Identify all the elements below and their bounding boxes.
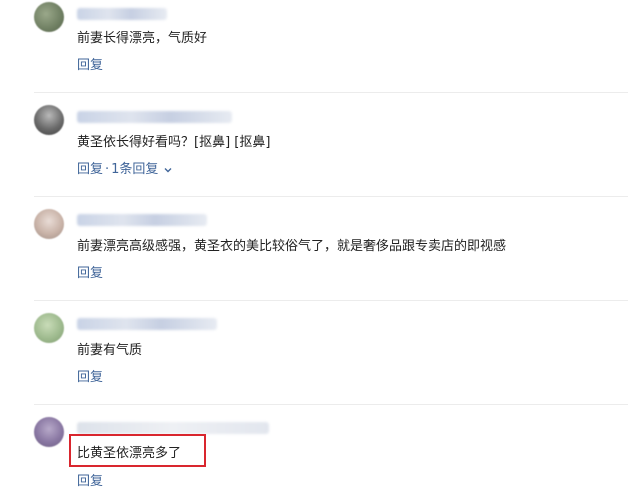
chevron-down-icon[interactable] [163,165,173,175]
reply-label[interactable]: 回复 [77,266,103,281]
username-blurred[interactable] [77,8,167,20]
reply-button[interactable]: 回复 [77,58,103,74]
reply-label[interactable]: 回复 [77,162,103,177]
divider [34,92,628,93]
reply-bar: 回复 · 1条回复 [77,162,173,178]
comment-text: 黄圣依长得好看吗？[抠鼻] [抠鼻] [77,135,271,150]
avatar[interactable] [34,2,64,32]
reply-button[interactable]: 回复 [77,266,103,282]
reply-label[interactable]: 回复 [77,370,103,385]
reply-label[interactable]: 回复 [77,58,103,73]
comment-text: 前妻漂亮高级感强，黄圣衣的美比较俗气了，就是奢侈品跟专卖店的即视感 [77,239,507,254]
avatar[interactable] [34,209,64,239]
comment-text: 前妻长得漂亮，气质好 [77,31,208,46]
username-blurred[interactable] [77,214,207,226]
reply-label[interactable]: 回复 [77,474,103,489]
reply-button[interactable]: 回复 [77,474,103,490]
username-blurred[interactable] [77,422,269,434]
username-blurred[interactable] [77,318,217,330]
highlight-box [69,434,206,467]
divider [34,404,628,405]
username-blurred[interactable] [77,111,232,123]
avatar[interactable] [34,105,64,135]
separator: · [105,162,110,177]
comment-text: 前妻有气质 [77,343,143,358]
avatar[interactable] [34,417,64,447]
divider [34,196,628,197]
avatar[interactable] [34,313,64,343]
reply-button[interactable]: 回复 [77,370,103,386]
view-replies-link[interactable]: 1条回复 [111,162,158,177]
divider [34,300,628,301]
